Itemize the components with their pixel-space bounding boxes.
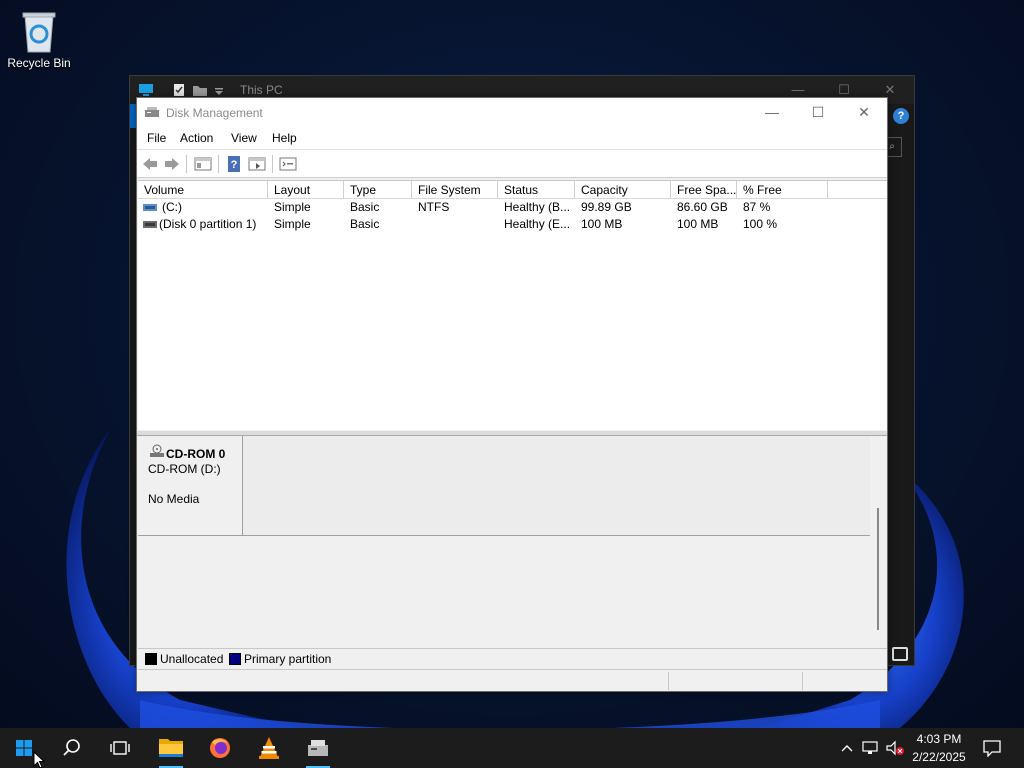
- notification-center-icon[interactable]: [982, 739, 1002, 757]
- svg-text:?: ?: [231, 159, 238, 171]
- disk-type: CD-ROM (D:): [148, 462, 221, 476]
- properties-quick-icon[interactable]: [172, 83, 186, 97]
- explorer-help-button[interactable]: ?: [893, 108, 909, 124]
- cell-file-system: NTFS: [418, 200, 450, 214]
- disk-management-icon: [308, 740, 328, 756]
- task-view-icon: [110, 741, 130, 755]
- chevron-up-icon[interactable]: [840, 741, 854, 755]
- dm-minimize-button[interactable]: —: [749, 98, 795, 128]
- disk-management-taskbar-button[interactable]: [298, 728, 338, 768]
- vlc-icon: [259, 737, 279, 759]
- explorer-title: This PC: [240, 83, 283, 97]
- column-header-volume[interactable]: Volume: [138, 181, 268, 199]
- table-row[interactable]: (C:) Simple Basic NTFS Healthy (B... 99.…: [138, 199, 887, 216]
- column-header-type[interactable]: Type: [344, 181, 412, 199]
- legend-bar: Unallocated Primary partition: [138, 648, 887, 667]
- cdrom-icon: [150, 444, 164, 457]
- volume-muted-icon[interactable]: [885, 740, 905, 756]
- disk-name: CD-ROM 0: [166, 447, 226, 461]
- explorer-view-toggle-icon[interactable]: [892, 647, 908, 661]
- legend-primary-partition: Primary partition: [244, 652, 332, 666]
- customize-toolbar-icon[interactable]: [214, 83, 224, 97]
- volume-list[interactable]: Volume Layout Type File System Status Ca…: [138, 180, 887, 430]
- cell-type: Basic: [350, 200, 380, 214]
- disk-graphical-view[interactable]: CD-ROM 0 CD-ROM (D:) No Media: [138, 436, 887, 648]
- back-icon[interactable]: [141, 155, 159, 173]
- table-row[interactable]: (Disk 0 partition 1) Simple Basic Health…: [138, 216, 887, 233]
- cell-free-space: 86.60 GB: [677, 200, 728, 214]
- dm-titlebar[interactable]: Disk Management — ☐ ✕: [137, 98, 887, 128]
- desktop: Recycle Bin This PC — ☐ ✕ ? ⌕ Disk Manag…: [0, 0, 1024, 728]
- legend-swatch-primary: [229, 653, 241, 665]
- firefox-icon: [210, 738, 230, 758]
- cell-capacity: 99.89 GB: [581, 200, 632, 214]
- show-hide-console-tree-icon[interactable]: [194, 155, 212, 173]
- cell-volume: (Disk 0 partition 1): [159, 217, 257, 231]
- menu-view[interactable]: View: [231, 131, 257, 145]
- status-bar: [138, 669, 887, 691]
- firefox-taskbar-button[interactable]: [200, 728, 240, 768]
- clock-time[interactable]: 4:03 PM: [904, 732, 974, 746]
- legend-swatch-unallocated: [145, 653, 157, 665]
- menu-file[interactable]: File: [147, 131, 166, 145]
- column-header-status[interactable]: Status: [498, 181, 575, 199]
- vertical-scrollbar[interactable]: [877, 508, 879, 630]
- volume-icon: [143, 204, 157, 211]
- cell-pct-free: 87 %: [743, 200, 771, 214]
- toolbar: ?: [137, 150, 887, 178]
- file-explorer-taskbar-button[interactable]: [151, 728, 191, 768]
- cell-status: Healthy (E...: [504, 217, 571, 231]
- cell-free-space: 100 MB: [677, 217, 719, 231]
- menu-bar: File Action View Help: [137, 128, 887, 150]
- status-separator: [668, 672, 669, 690]
- column-header-file-system[interactable]: File System: [412, 181, 498, 199]
- new-folder-quick-icon[interactable]: [192, 83, 208, 97]
- properties-icon[interactable]: [248, 155, 266, 173]
- legend-unallocated: Unallocated: [160, 652, 224, 666]
- cell-layout: Simple: [274, 200, 311, 214]
- toolbar-separator: [186, 155, 187, 173]
- mouse-cursor-icon: [33, 751, 45, 768]
- cell-pct-free: 100 %: [743, 217, 778, 231]
- menu-help[interactable]: Help: [272, 131, 297, 145]
- search-button[interactable]: [52, 728, 92, 768]
- this-pc-icon: [139, 84, 153, 96]
- column-header-free-space[interactable]: Free Spa...: [671, 181, 737, 199]
- cell-layout: Simple: [274, 217, 311, 231]
- cell-file-system: [412, 216, 498, 233]
- toolbar-separator: [272, 155, 273, 173]
- disk-volume-area[interactable]: [243, 436, 870, 536]
- list-view-icon[interactable]: [279, 155, 297, 173]
- file-explorer-icon: [159, 739, 183, 757]
- column-header-pct-free[interactable]: % Free: [737, 181, 828, 199]
- disk-status: No Media: [148, 492, 200, 506]
- dm-close-button[interactable]: ✕: [841, 98, 887, 128]
- cell-capacity: 100 MB: [581, 217, 623, 231]
- disk-label-cdrom0[interactable]: CD-ROM 0 CD-ROM (D:) No Media: [138, 436, 243, 536]
- help-icon[interactable]: ?: [225, 155, 243, 173]
- recycle-bin-label: Recycle Bin: [7, 56, 71, 70]
- forward-icon[interactable]: [163, 155, 181, 173]
- dm-maximize-button[interactable]: ☐: [795, 98, 841, 128]
- taskbar: 4:03 PM 2/22/2025: [0, 728, 1024, 768]
- cell-type: Basic: [350, 217, 380, 231]
- column-header-capacity[interactable]: Capacity: [575, 181, 671, 199]
- clock-date[interactable]: 2/22/2025: [904, 750, 974, 764]
- cell-status: Healthy (B...: [504, 200, 571, 214]
- disk-management-app-icon: [145, 107, 159, 117]
- recycle-bin-shortcut[interactable]: Recycle Bin: [2, 6, 76, 76]
- status-separator: [802, 672, 803, 690]
- toolbar-separator: [218, 155, 219, 173]
- search-icon: [63, 739, 80, 756]
- menu-action[interactable]: Action: [180, 131, 213, 145]
- cell-volume: (C:): [162, 200, 182, 214]
- dm-window-title: Disk Management: [166, 106, 263, 120]
- vlc-taskbar-button[interactable]: [249, 728, 289, 768]
- network-icon[interactable]: [862, 740, 880, 756]
- task-view-button[interactable]: [100, 728, 140, 768]
- disk-management-window[interactable]: Disk Management — ☐ ✕ File Action View H…: [136, 97, 888, 692]
- volume-list-header: Volume Layout Type File System Status Ca…: [138, 181, 887, 199]
- recycle-bin-icon: [22, 12, 56, 53]
- column-header-layout[interactable]: Layout: [268, 181, 344, 199]
